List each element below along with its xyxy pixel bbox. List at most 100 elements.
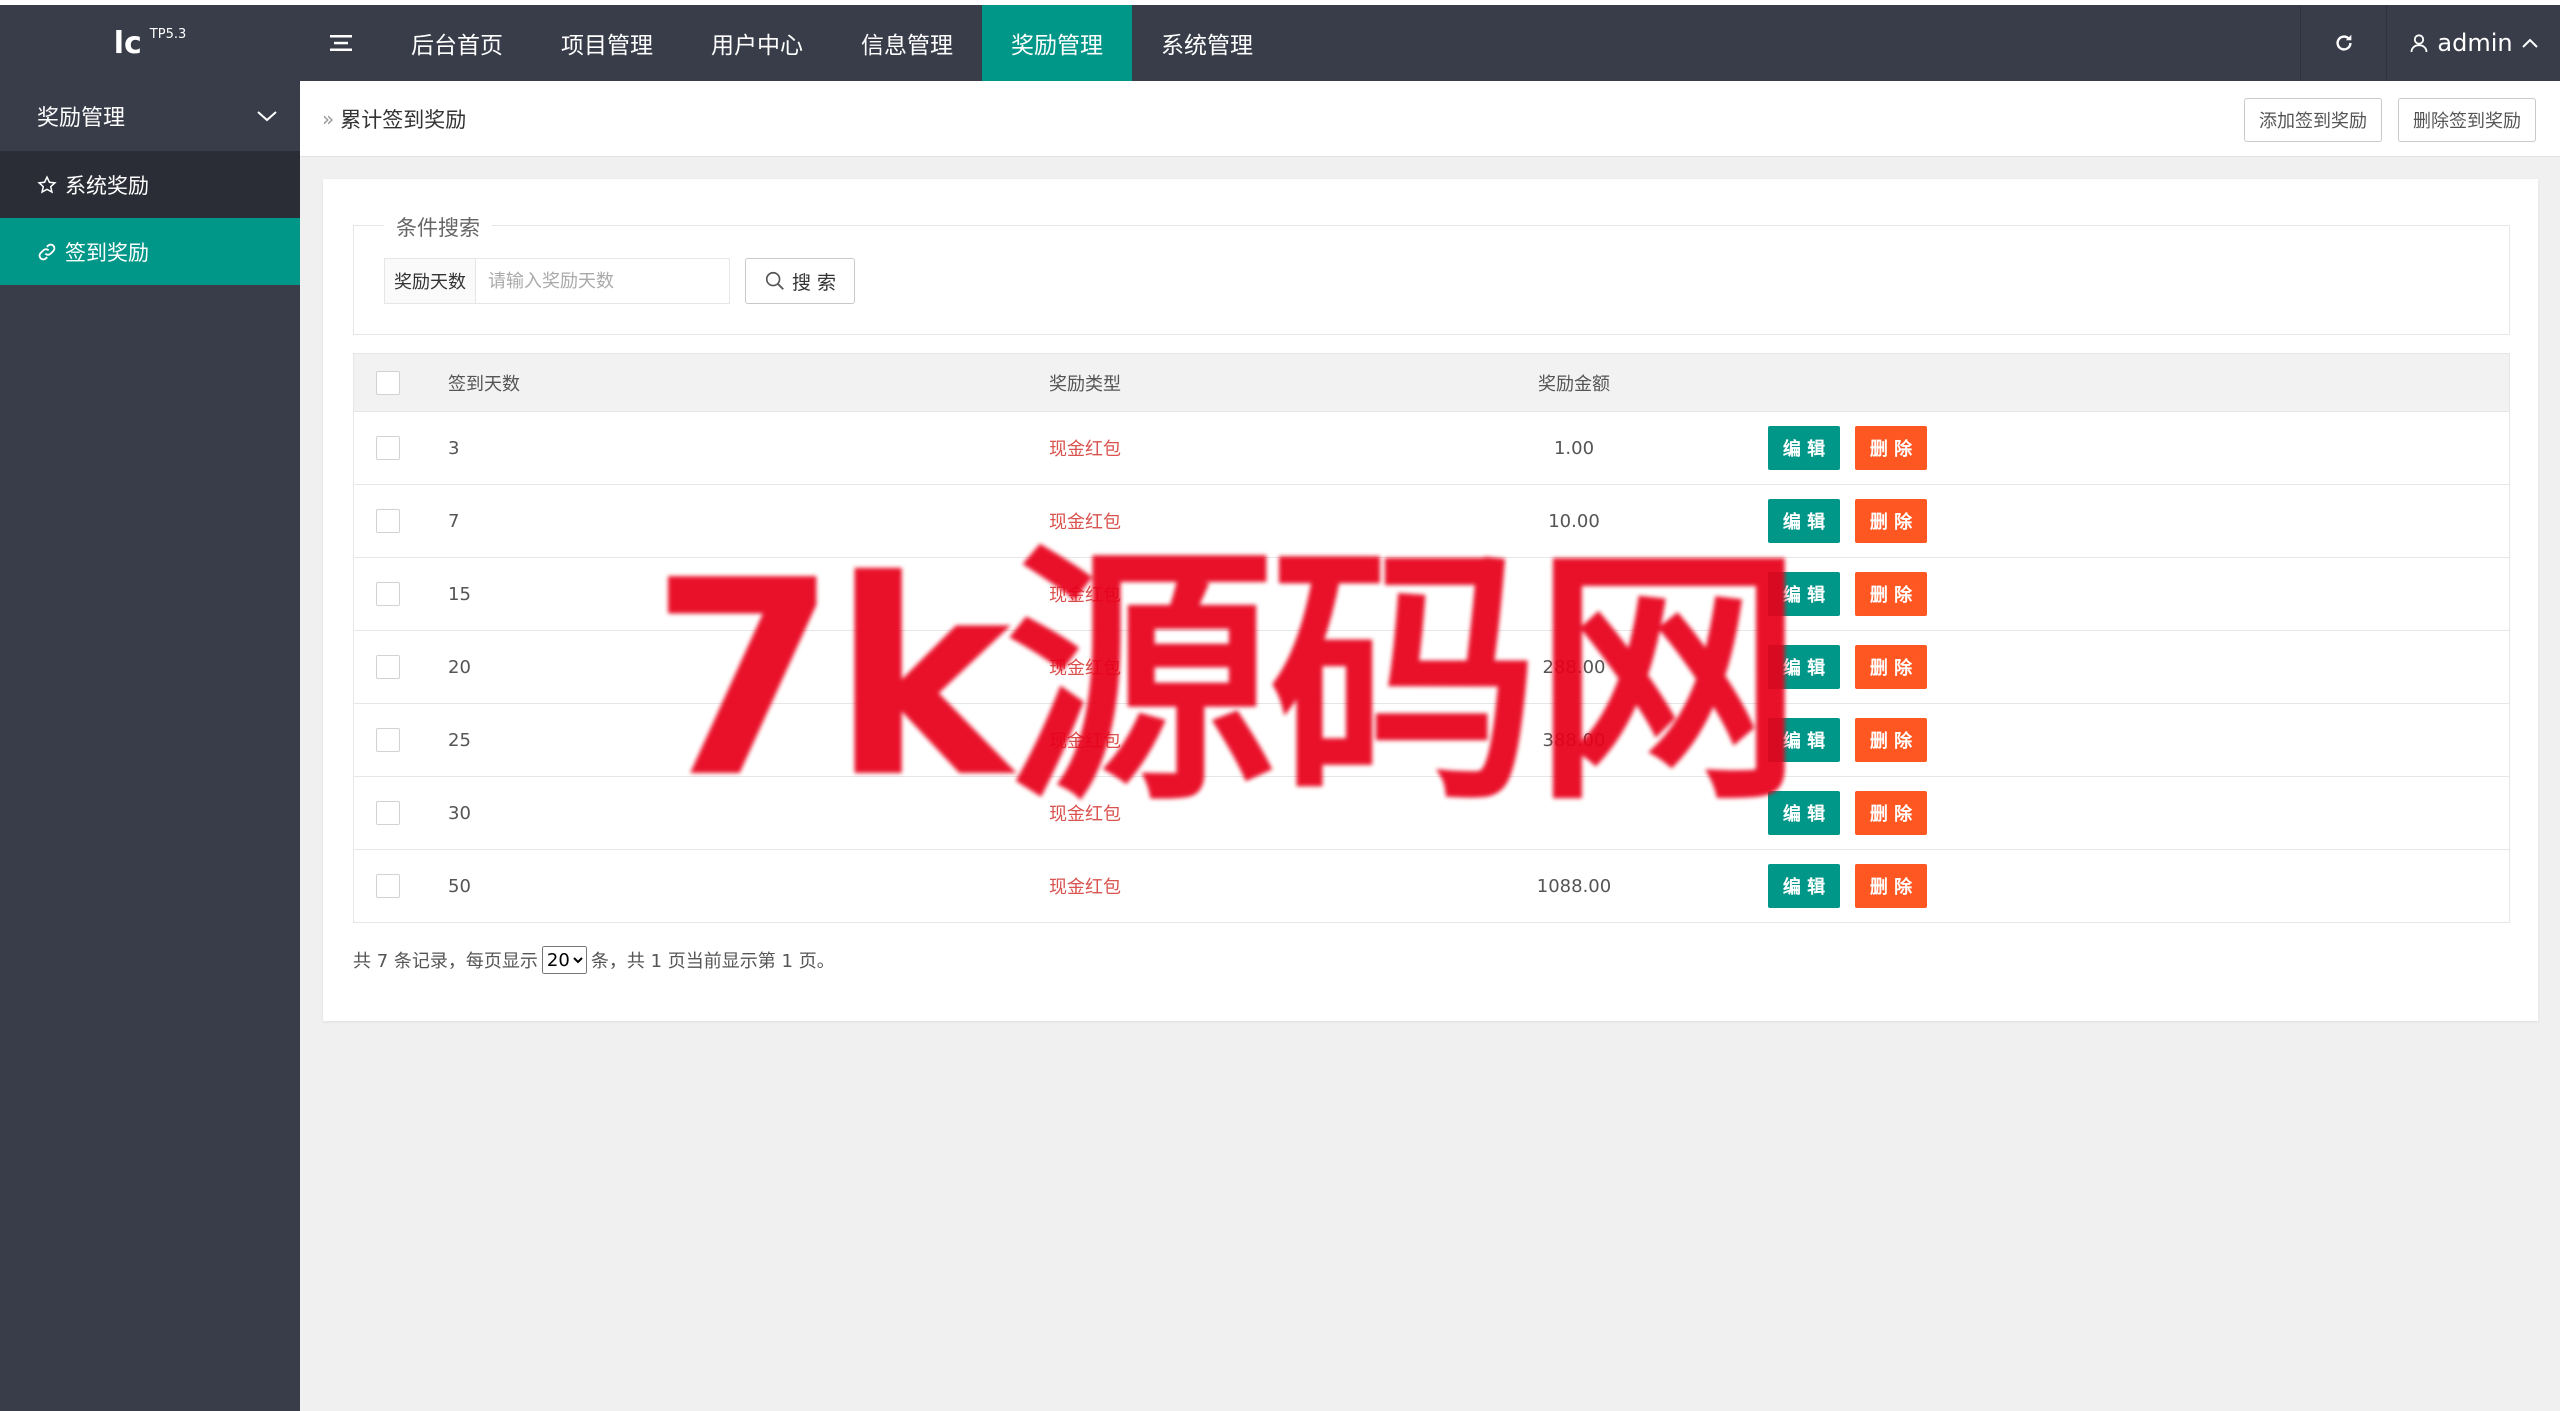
cell-amount xyxy=(1454,777,1694,849)
cell-days: 30 xyxy=(448,802,471,824)
breadcrumb-separator-icon: » xyxy=(322,106,335,131)
cell-type: 现金红包 xyxy=(1049,658,1121,679)
nav-item-projects[interactable]: 项目管理 xyxy=(532,5,682,81)
table-row: 15 现金红包 编 辑 删 除 xyxy=(354,558,2509,631)
edit-button[interactable]: 编 辑 xyxy=(1768,791,1840,835)
reward-table: 签到天数 奖励类型 奖励金额 3 现金红包 1.00 编 辑 删 除 7 现金红… xyxy=(353,353,2510,923)
logo-text: lc xyxy=(113,25,142,61)
delete-button[interactable]: 删 除 xyxy=(1855,645,1927,689)
row-actions: 编 辑 删 除 xyxy=(1768,485,1927,557)
cell-amount: 1088.00 xyxy=(1536,875,1612,897)
cell-amount: 388.00 xyxy=(1542,729,1606,751)
cell-type: 现金红包 xyxy=(1049,512,1121,533)
delete-button[interactable]: 删 除 xyxy=(1855,864,1927,908)
top-header: lc TP5.3 后台首页 项目管理 用户中心 信息管理 奖励管理 系统管理 a… xyxy=(0,5,2560,81)
sidebar-item-system-rewards[interactable]: 系统奖励 xyxy=(0,151,300,218)
row-checkbox[interactable] xyxy=(376,728,400,752)
edit-button[interactable]: 编 辑 xyxy=(1768,864,1840,908)
edit-button[interactable]: 编 辑 xyxy=(1768,718,1840,762)
add-signin-reward-button[interactable]: 添加签到奖励 xyxy=(2244,98,2382,142)
row-checkbox[interactable] xyxy=(376,509,400,533)
row-actions: 编 辑 删 除 xyxy=(1768,631,1927,703)
breadcrumb-current: 累计签到奖励 xyxy=(340,107,467,132)
search-field-label: 奖励天数 xyxy=(384,258,476,304)
search-button[interactable]: 搜 索 xyxy=(745,258,855,304)
table-row: 50 现金红包 1088.00 编 辑 删 除 xyxy=(354,850,2509,923)
link-icon xyxy=(38,243,56,260)
search-fieldset: 条件搜索 奖励天数 搜 索 xyxy=(353,212,2510,335)
delete-button[interactable]: 删 除 xyxy=(1855,426,1927,470)
sidebar: 奖励管理 系统奖励 签到奖励 xyxy=(0,81,300,1411)
header-days: 签到天数 xyxy=(448,373,520,395)
cell-amount: 10.00 xyxy=(1548,510,1600,532)
row-actions: 编 辑 删 除 xyxy=(1768,558,1927,630)
nav-item-rewards[interactable]: 奖励管理 xyxy=(982,5,1132,81)
edit-button[interactable]: 编 辑 xyxy=(1768,572,1840,616)
nav-item-info[interactable]: 信息管理 xyxy=(832,5,982,81)
cell-type: 现金红包 xyxy=(1049,731,1121,752)
cell-amount: 1.00 xyxy=(1553,437,1595,459)
row-actions: 编 辑 删 除 xyxy=(1768,704,1927,776)
row-actions: 编 辑 删 除 xyxy=(1768,412,1927,484)
nav-item-home[interactable]: 后台首页 xyxy=(382,5,532,81)
select-all-checkbox[interactable] xyxy=(376,370,400,395)
edit-button[interactable]: 编 辑 xyxy=(1768,645,1840,689)
row-checkbox[interactable] xyxy=(376,874,400,898)
delete-button[interactable]: 删 除 xyxy=(1855,499,1927,543)
sidebar-group-label: 奖励管理 xyxy=(37,106,126,131)
row-checkbox[interactable] xyxy=(376,436,400,460)
cell-days: 15 xyxy=(448,583,471,605)
hamburger-icon xyxy=(330,35,352,51)
nav-item-system[interactable]: 系统管理 xyxy=(1132,5,1282,81)
table-row: 30 现金红包 编 辑 删 除 xyxy=(354,777,2509,850)
delete-button[interactable]: 删 除 xyxy=(1855,791,1927,835)
breadcrumb-bar: » 累计签到奖励 添加签到奖励 删除签到奖励 xyxy=(300,81,2560,157)
table-header: 签到天数 奖励类型 奖励金额 xyxy=(354,354,2509,412)
table-row: 20 现金红包 288.00 编 辑 删 除 xyxy=(354,631,2509,704)
nav-item-users[interactable]: 用户中心 xyxy=(682,5,832,81)
row-actions: 编 辑 删 除 xyxy=(1768,850,1927,922)
delete-button[interactable]: 删 除 xyxy=(1855,572,1927,616)
pagination: 共 7 条记录，每页显示 20 条，共 1 页当前显示第 1 页。 xyxy=(353,946,835,974)
header-amount: 奖励金额 xyxy=(1538,373,1610,395)
row-checkbox[interactable] xyxy=(376,582,400,606)
cell-days: 7 xyxy=(448,510,460,532)
cell-days: 3 xyxy=(448,437,460,459)
user-icon xyxy=(2410,34,2428,53)
reward-days-input[interactable] xyxy=(476,258,730,304)
row-checkbox[interactable] xyxy=(376,655,400,679)
logo: lc TP5.3 xyxy=(0,5,300,81)
table-row: 25 现金红包 388.00 编 辑 删 除 xyxy=(354,704,2509,777)
star-icon xyxy=(37,174,57,194)
row-checkbox[interactable] xyxy=(376,801,400,825)
search-legend: 条件搜索 xyxy=(384,212,492,242)
refresh-icon xyxy=(2336,34,2352,51)
page-size-select[interactable]: 20 xyxy=(541,946,587,974)
header-type: 奖励类型 xyxy=(1049,373,1121,395)
user-menu[interactable]: admin xyxy=(2386,5,2560,81)
table-row: 7 现金红包 10.00 编 辑 删 除 xyxy=(354,485,2509,558)
delete-button[interactable]: 删 除 xyxy=(1855,718,1927,762)
chevron-up-icon xyxy=(2521,38,2538,48)
breadcrumb: » 累计签到奖励 xyxy=(322,81,466,156)
delete-signin-reward-button[interactable]: 删除签到奖励 xyxy=(2398,98,2536,142)
logo-version: TP5.3 xyxy=(149,26,187,42)
edit-button[interactable]: 编 辑 xyxy=(1768,499,1840,543)
pagination-suffix: 条，共 1 页当前显示第 1 页。 xyxy=(590,951,835,972)
sidebar-item-label: 签到奖励 xyxy=(65,240,149,265)
user-name: admin xyxy=(2437,29,2513,57)
cell-type: 现金红包 xyxy=(1049,439,1121,460)
sidebar-item-signin-rewards[interactable]: 签到奖励 xyxy=(0,218,300,285)
row-actions: 编 辑 删 除 xyxy=(1768,777,1927,849)
edit-button[interactable]: 编 辑 xyxy=(1768,426,1840,470)
search-row: 奖励天数 搜 索 xyxy=(384,258,855,304)
cell-days: 25 xyxy=(448,729,471,751)
cell-type: 现金红包 xyxy=(1049,585,1121,606)
cell-days: 20 xyxy=(448,656,471,678)
menu-toggle-button[interactable] xyxy=(300,5,382,81)
cell-amount: 288.00 xyxy=(1542,656,1606,678)
sidebar-group-rewards[interactable]: 奖励管理 xyxy=(0,81,300,151)
top-nav: 后台首页 项目管理 用户中心 信息管理 奖励管理 系统管理 xyxy=(382,5,1282,81)
table-row: 3 现金红包 1.00 编 辑 删 除 xyxy=(354,412,2509,485)
refresh-button[interactable] xyxy=(2300,5,2387,81)
